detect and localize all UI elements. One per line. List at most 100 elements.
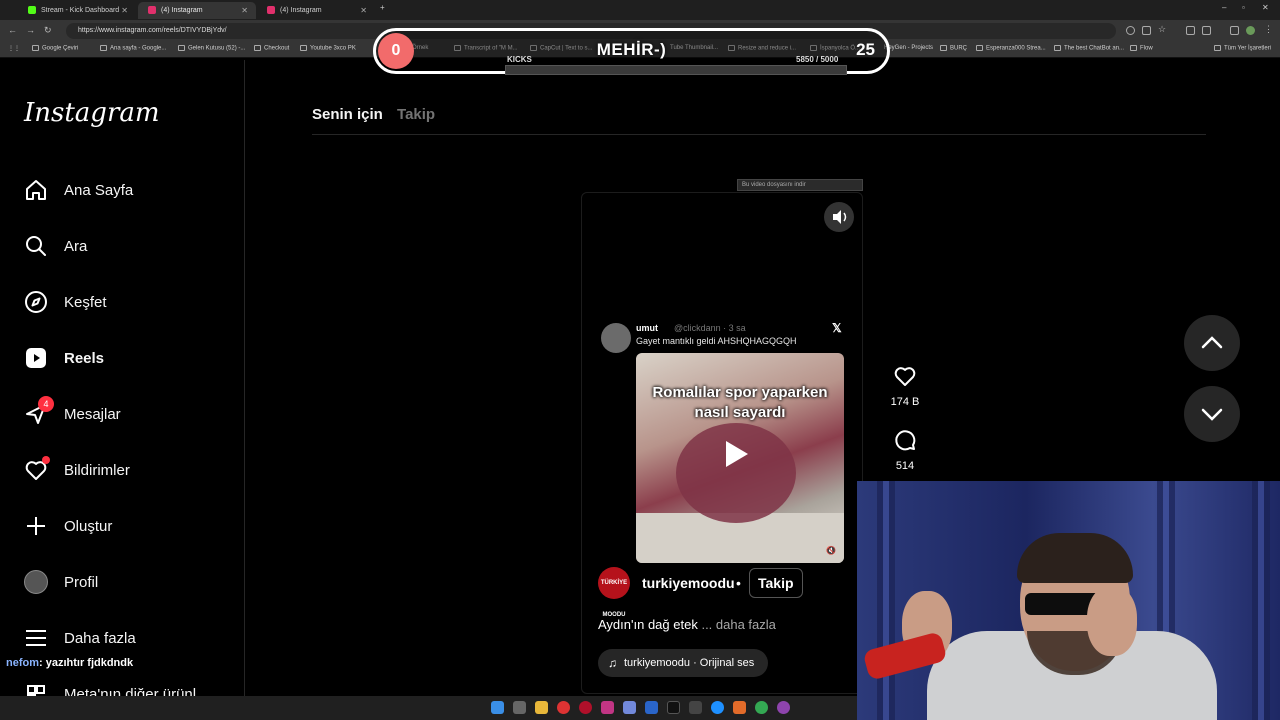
edge-icon[interactable] bbox=[711, 701, 724, 714]
kebab-menu-icon[interactable]: ⋮ bbox=[1264, 24, 1273, 34]
heart-icon[interactable] bbox=[892, 364, 918, 388]
sidebar-item-create[interactable]: Oluştur bbox=[24, 512, 234, 540]
sidebar-item-explore[interactable]: Keşfet bbox=[24, 288, 234, 316]
stream-chat-message: nefom: yazıhtır fjdkdndk bbox=[6, 657, 133, 669]
file-explorer-icon[interactable] bbox=[535, 701, 548, 714]
extension-icon[interactable] bbox=[1186, 26, 1195, 35]
bookmark[interactable]: Flow bbox=[1130, 45, 1153, 52]
browser-tab-instagram-active[interactable]: (4) Instagram ✕ bbox=[138, 2, 256, 19]
extension-icon[interactable] bbox=[1230, 26, 1239, 35]
sidebar-item-messages[interactable]: 4 Mesajlar bbox=[24, 396, 234, 428]
maximize-icon[interactable]: ▫ bbox=[1242, 3, 1245, 12]
app-icon[interactable] bbox=[777, 701, 790, 714]
bookmark[interactable]: Google Çeviri bbox=[32, 45, 78, 52]
caption-more-link[interactable]: ... daha fazla bbox=[701, 617, 775, 632]
feed-tabs: Senin için Takip bbox=[312, 106, 445, 123]
reel-video[interactable]: Romalılar spor yaparken nasıl sayardı 🔇 bbox=[636, 353, 844, 563]
next-reel-button[interactable] bbox=[1184, 386, 1240, 442]
browser-tab-instagram[interactable]: (4) Instagram ✕ bbox=[257, 2, 375, 19]
comment-count: 514 bbox=[895, 460, 915, 472]
music-note-icon: ♫ bbox=[608, 656, 617, 670]
messages-badge: 4 bbox=[38, 396, 54, 412]
back-icon[interactable]: ← bbox=[8, 25, 17, 35]
instagram-logo[interactable]: Instagram bbox=[24, 98, 160, 128]
kicks-count: 5850 / 5000 bbox=[796, 55, 839, 64]
comment-action[interactable]: 514 bbox=[890, 428, 920, 472]
streamer-hair bbox=[1017, 533, 1133, 583]
opera-gx-icon[interactable] bbox=[579, 701, 592, 714]
discord-icon[interactable] bbox=[623, 701, 636, 714]
instagram-icon bbox=[148, 6, 156, 15]
bookmark[interactable]: HeyGen - Projects bbox=[884, 45, 933, 51]
tab-following[interactable]: Takip bbox=[397, 106, 435, 123]
speaker-icon bbox=[833, 210, 847, 224]
windows-start-icon[interactable] bbox=[491, 701, 504, 714]
video-figure bbox=[676, 423, 796, 523]
bookmark[interactable]: Checkout bbox=[254, 45, 289, 52]
browser-tabbar: Stream - Kick Dashboard ✕ (4) Instagram ✕ … bbox=[0, 0, 1280, 20]
notification-dot bbox=[42, 456, 50, 464]
tweet-avatar bbox=[601, 323, 631, 353]
extension-icon[interactable] bbox=[1202, 26, 1211, 35]
close-window-icon[interactable]: ✕ bbox=[1262, 3, 1269, 12]
separator-dot: • bbox=[736, 575, 741, 591]
forward-icon[interactable]: → bbox=[26, 25, 35, 35]
minimize-icon[interactable]: – bbox=[1222, 3, 1226, 12]
close-icon[interactable]: ✕ bbox=[360, 2, 367, 19]
new-tab-button[interactable]: + bbox=[380, 3, 385, 12]
sidebar-item-profile[interactable]: Profil bbox=[24, 568, 234, 596]
kick-icon bbox=[28, 6, 36, 15]
reload-icon[interactable]: ↻ bbox=[44, 25, 52, 36]
sidebar-item-search[interactable]: Ara bbox=[24, 232, 234, 260]
bookmark[interactable]: Youtube 3xco PK bbox=[300, 45, 356, 52]
sidebar-item-home[interactable]: Ana Sayfa bbox=[24, 176, 234, 204]
bookmark[interactable]: Esperanza000 Strea... bbox=[976, 45, 1046, 52]
instagram-icon[interactable] bbox=[601, 701, 614, 714]
follow-button[interactable]: Takip bbox=[749, 568, 803, 598]
like-action[interactable]: 174 B bbox=[890, 364, 920, 408]
bookmark-folder[interactable]: Tüm Yer İşaretleri bbox=[1214, 45, 1271, 52]
browser-tab-kick[interactable]: Stream - Kick Dashboard ✕ bbox=[18, 2, 136, 19]
sidebar-item-more[interactable]: Daha fazla bbox=[24, 624, 234, 652]
download-video-bar[interactable]: Bu video dosyasını indir bbox=[737, 179, 863, 191]
account-name[interactable]: turkiyemoodu bbox=[642, 575, 735, 591]
chat-username: nefom bbox=[6, 657, 39, 669]
sidebar-item-notifications[interactable]: Bildirimler bbox=[24, 456, 234, 484]
zoom-icon[interactable] bbox=[1126, 26, 1135, 35]
close-icon[interactable]: ✕ bbox=[121, 2, 128, 19]
photoshop-icon[interactable] bbox=[645, 701, 658, 714]
previous-reel-button[interactable] bbox=[1184, 315, 1240, 371]
profile-avatar[interactable] bbox=[1246, 26, 1255, 35]
bookmark[interactable]: Gelen Kutusu (52) -... bbox=[178, 45, 245, 52]
play-icon[interactable] bbox=[726, 441, 748, 467]
mute-button[interactable] bbox=[824, 202, 854, 232]
instagram-icon bbox=[267, 6, 275, 15]
task-view-icon[interactable] bbox=[513, 701, 526, 714]
chrome-icon[interactable] bbox=[755, 701, 768, 714]
star-icon[interactable]: ☆ bbox=[1158, 24, 1167, 34]
bookmark[interactable]: Ana sayfa - Google... bbox=[100, 45, 166, 52]
kicks-label: KICKS bbox=[507, 55, 532, 64]
comment-icon[interactable] bbox=[892, 428, 918, 452]
cast-icon[interactable] bbox=[1142, 26, 1151, 35]
tiktok-icon[interactable] bbox=[667, 701, 680, 714]
cam-curtain bbox=[1252, 481, 1270, 720]
opera-icon[interactable] bbox=[557, 701, 570, 714]
tab-for-you[interactable]: Senin için bbox=[312, 106, 383, 123]
kicks-progress-bar bbox=[505, 65, 847, 75]
account-avatar[interactable]: TÜRKİYE MOODU bbox=[598, 567, 630, 618]
video-mute-icon[interactable]: 🔇 bbox=[826, 546, 836, 555]
sidebar-item-reels[interactable]: Reels bbox=[24, 344, 234, 372]
audio-pill[interactable]: ♫ turkiyemoodu · Orijinal ses bbox=[598, 649, 769, 677]
windows-taskbar bbox=[0, 696, 857, 720]
home-icon bbox=[26, 180, 46, 200]
apps-icon[interactable]: ⋮⋮ bbox=[8, 45, 20, 52]
like-count: 174 B bbox=[890, 396, 920, 408]
close-icon[interactable]: ✕ bbox=[241, 2, 248, 19]
app-icon[interactable] bbox=[733, 701, 746, 714]
video-caption: Romalılar spor yaparken nasıl sayardı bbox=[652, 384, 828, 421]
bookmark[interactable]: BURÇ bbox=[940, 45, 967, 52]
cam-curtain bbox=[877, 481, 895, 720]
obs-icon[interactable] bbox=[689, 701, 702, 714]
bookmark[interactable]: The best ChatBot an... bbox=[1054, 45, 1124, 52]
